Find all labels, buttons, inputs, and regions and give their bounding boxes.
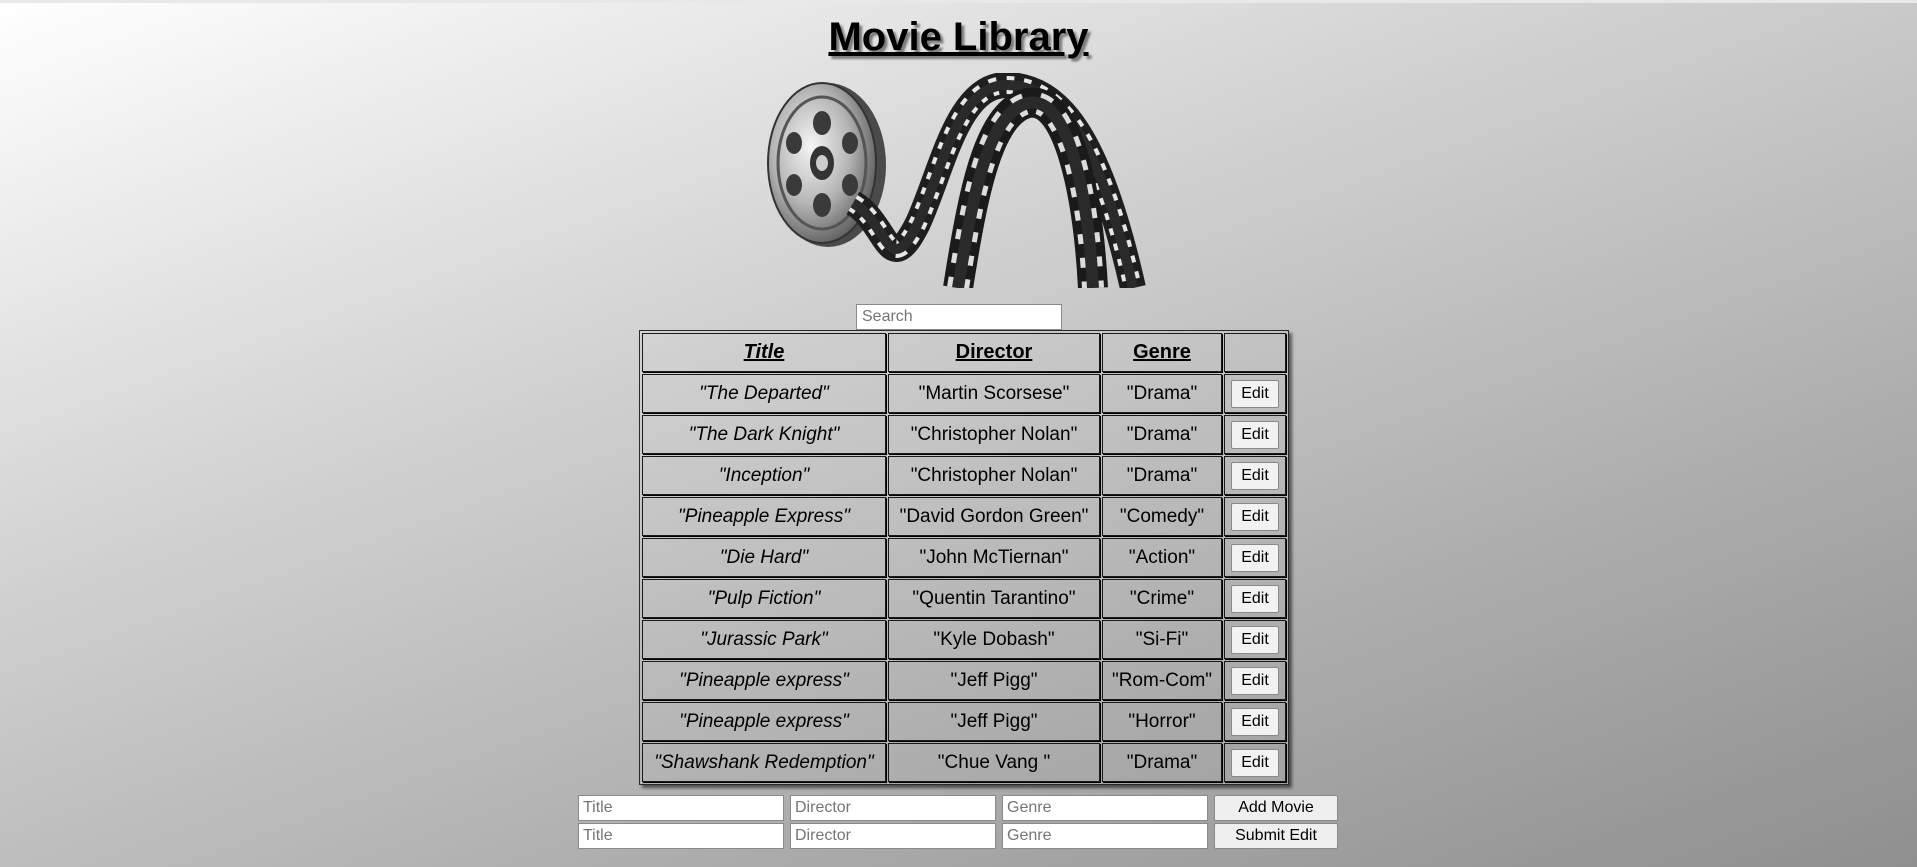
movie-director-cell: "Chue Vang "	[888, 743, 1100, 782]
movie-genre-cell: "Comedy"	[1102, 497, 1222, 536]
movie-genre-cell: "Si-Fi"	[1102, 620, 1222, 659]
movie-title-cell: "Pineapple express"	[642, 702, 886, 741]
movie-action-cell: Edit	[1224, 743, 1286, 782]
edit-button[interactable]: Edit	[1231, 420, 1279, 449]
table-row: "Pulp Fiction" "Quentin Tarantino" "Crim…	[642, 579, 1286, 618]
movie-title-cell: "Inception"	[642, 456, 886, 495]
add-title-input[interactable]	[578, 795, 784, 821]
movie-action-cell: Edit	[1224, 620, 1286, 659]
movie-genre-cell: "Drama"	[1102, 456, 1222, 495]
movie-genre-cell: "Action"	[1102, 538, 1222, 577]
edit-button[interactable]: Edit	[1231, 707, 1279, 736]
movie-action-cell: Edit	[1224, 415, 1286, 454]
edit-button[interactable]: Edit	[1231, 502, 1279, 531]
movie-action-cell: Edit	[1224, 579, 1286, 618]
edit-button[interactable]: Edit	[1231, 461, 1279, 490]
add-genre-input[interactable]	[1002, 795, 1208, 821]
movie-director-cell: "Christopher Nolan"	[888, 456, 1100, 495]
movie-director-cell: "Quentin Tarantino"	[888, 579, 1100, 618]
movie-action-cell: Edit	[1224, 497, 1286, 536]
movie-title-cell: "Jurassic Park"	[642, 620, 886, 659]
edit-button[interactable]: Edit	[1231, 625, 1279, 654]
movie-title-cell: "Pineapple Express"	[642, 497, 886, 536]
movie-director-cell: "Kyle Dobash"	[888, 620, 1100, 659]
table-row: "Pineapple express" "Jeff Pigg" "Horror"…	[642, 702, 1286, 741]
movie-genre-cell: "Drama"	[1102, 415, 1222, 454]
edit-button[interactable]: Edit	[1231, 543, 1279, 572]
edit-genre-input[interactable]	[1002, 823, 1208, 849]
table-row: "Pineapple Express" "David Gordon Green"…	[642, 497, 1286, 536]
add-movie-button[interactable]: Add Movie	[1214, 795, 1338, 821]
search-input[interactable]	[856, 304, 1062, 330]
edit-button[interactable]: Edit	[1231, 379, 1279, 408]
movie-genre-cell: "Drama"	[1102, 743, 1222, 782]
film-reel-icon	[767, 73, 1146, 288]
page-title: Movie Library	[828, 15, 1089, 59]
movie-title-cell: "Die Hard"	[642, 538, 886, 577]
movie-action-cell: Edit	[1224, 456, 1286, 495]
edit-button[interactable]: Edit	[1231, 748, 1279, 777]
movie-genre-cell: "Drama"	[1102, 374, 1222, 413]
movie-genre-cell: "Horror"	[1102, 702, 1222, 741]
movie-genre-cell: "Crime"	[1102, 579, 1222, 618]
table-row: "Pineapple express" "Jeff Pigg" "Rom-Com…	[642, 661, 1286, 700]
column-header-actions	[1224, 333, 1286, 372]
edit-button[interactable]: Edit	[1231, 584, 1279, 613]
movie-director-cell: "Christopher Nolan"	[888, 415, 1100, 454]
movie-action-cell: Edit	[1224, 702, 1286, 741]
table-row: "Shawshank Redemption" "Chue Vang " "Dra…	[642, 743, 1286, 782]
movie-genre-cell: "Rom-Com"	[1102, 661, 1222, 700]
movie-title-cell: "Pulp Fiction"	[642, 579, 886, 618]
movie-table: Title Director Genre "The Departed" "Mar…	[639, 330, 1289, 785]
movie-table-body: "The Departed" "Martin Scorsese" "Drama"…	[642, 374, 1286, 782]
submit-edit-button[interactable]: Submit Edit	[1214, 823, 1338, 849]
table-row: "The Dark Knight" "Christopher Nolan" "D…	[642, 415, 1286, 454]
movie-director-cell: "Martin Scorsese"	[888, 374, 1100, 413]
movie-title-cell: "The Departed"	[642, 374, 886, 413]
movie-director-cell: "John McTiernan"	[888, 538, 1100, 577]
column-header-title: Title	[642, 333, 886, 372]
edit-button[interactable]: Edit	[1231, 666, 1279, 695]
edit-title-input[interactable]	[578, 823, 784, 849]
movie-director-cell: "David Gordon Green"	[888, 497, 1100, 536]
movie-director-cell: "Jeff Pigg"	[888, 702, 1100, 741]
movie-action-cell: Edit	[1224, 538, 1286, 577]
movie-action-cell: Edit	[1224, 661, 1286, 700]
movie-title-cell: "Shawshank Redemption"	[642, 743, 886, 782]
column-header-genre: Genre	[1102, 333, 1222, 372]
movie-title-cell: "Pineapple express"	[642, 661, 886, 700]
table-row: "Inception" "Christopher Nolan" "Drama" …	[642, 456, 1286, 495]
movie-director-cell: "Jeff Pigg"	[888, 661, 1100, 700]
table-row: "Jurassic Park" "Kyle Dobash" "Si-Fi" Ed…	[642, 620, 1286, 659]
table-row: "Die Hard" "John McTiernan" "Action" Edi…	[642, 538, 1286, 577]
column-header-director: Director	[888, 333, 1100, 372]
add-director-input[interactable]	[790, 795, 996, 821]
table-header-row: Title Director Genre	[642, 333, 1286, 372]
table-row: "The Departed" "Martin Scorsese" "Drama"…	[642, 374, 1286, 413]
movie-title-cell: "The Dark Knight"	[642, 415, 886, 454]
movie-action-cell: Edit	[1224, 374, 1286, 413]
edit-director-input[interactable]	[790, 823, 996, 849]
